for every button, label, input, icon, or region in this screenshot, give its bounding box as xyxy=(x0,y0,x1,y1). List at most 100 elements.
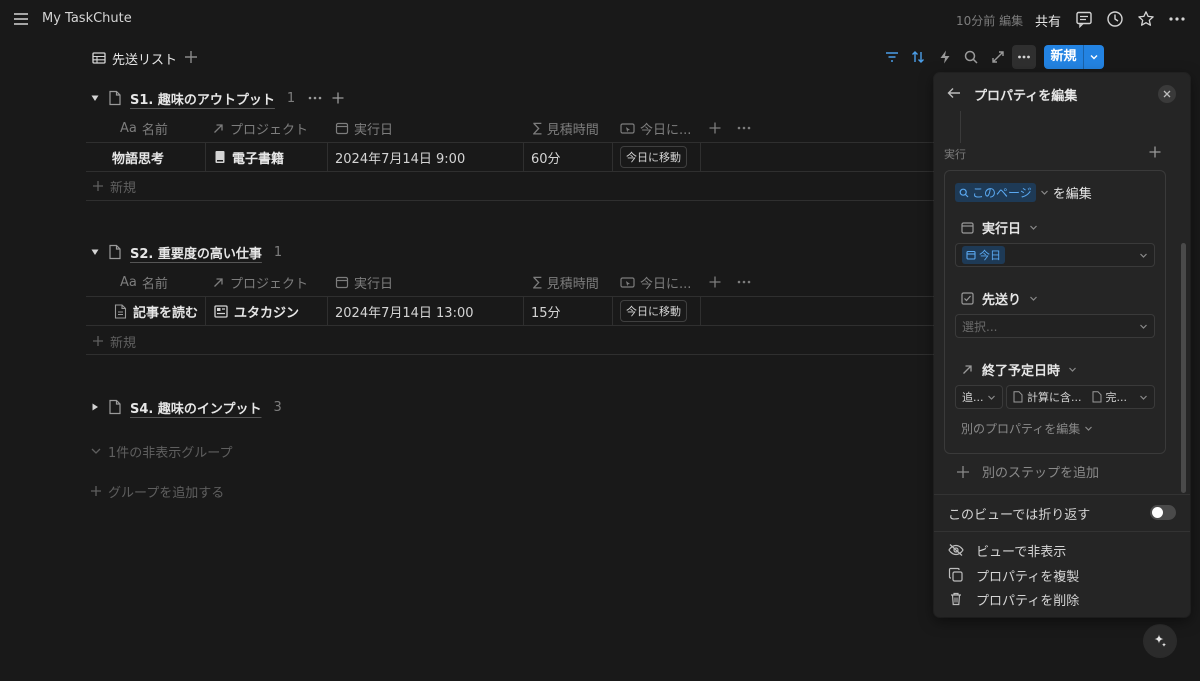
this-page-label: このページ xyxy=(972,186,1032,200)
divider xyxy=(934,531,1190,532)
add-column-icon[interactable] xyxy=(708,275,722,289)
cell-name[interactable]: 物語思考 xyxy=(112,143,204,171)
app-title[interactable]: My TaskChute xyxy=(42,11,132,26)
new-row-button[interactable]: 新規 xyxy=(92,176,136,196)
new-button-label[interactable]: 新規 xyxy=(1044,45,1084,69)
group-title[interactable]: S1. 趣味のアウトプット xyxy=(130,89,275,108)
column-today[interactable]: 今日に... xyxy=(620,270,691,294)
divider xyxy=(86,200,934,201)
chevron-down-icon xyxy=(988,395,995,400)
move-to-today-button[interactable]: 今日に移動 xyxy=(620,146,687,168)
column-project[interactable]: プロジェクト xyxy=(212,270,308,294)
add-icon[interactable] xyxy=(331,91,345,105)
hide-in-view-button[interactable]: ビューで非表示 xyxy=(948,540,1066,560)
automation-icon[interactable] xyxy=(937,49,953,65)
cell-name[interactable]: 記事を読む xyxy=(114,297,204,325)
column-project[interactable]: プロジェクト xyxy=(212,116,308,140)
duplicate-property-button[interactable]: プロパティを複製 xyxy=(948,565,1079,585)
scrollbar[interactable] xyxy=(1181,243,1186,493)
add-step-label: 別のステップを追加 xyxy=(982,466,1100,481)
group-header[interactable]: S4. 趣味のインプット 3 xyxy=(90,396,282,418)
delete-property-button[interactable]: プロパティを削除 xyxy=(948,589,1079,609)
view-tab[interactable]: 先送リスト xyxy=(92,49,177,68)
column-estimate[interactable]: ∑ 見積時間 xyxy=(533,116,599,140)
this-page-chip[interactable]: このページ xyxy=(955,183,1036,202)
hidden-groups-label: 1件の非表示グループ xyxy=(108,445,233,461)
panel-title: プロパティを編集 xyxy=(974,89,1078,104)
expand-icon[interactable] xyxy=(990,49,1006,65)
chevron-down-icon[interactable] xyxy=(1040,188,1049,197)
share-button[interactable]: 共有 xyxy=(1035,11,1061,30)
back-arrow-icon[interactable] xyxy=(946,85,962,101)
more-icon[interactable] xyxy=(736,275,752,289)
field-postpone-select[interactable]: 選択... xyxy=(955,314,1155,338)
column-name[interactable]: Aa 名前 xyxy=(120,270,168,294)
cell-today[interactable]: 今日に移動 xyxy=(620,297,700,325)
more-icon[interactable] xyxy=(307,90,323,106)
cell-estimate[interactable]: 60分 xyxy=(531,143,609,171)
more-icon[interactable] xyxy=(1168,10,1186,28)
column-name[interactable]: Aa 名前 xyxy=(120,116,168,140)
cell-project[interactable]: 電子書籍 xyxy=(214,143,324,171)
add-icon xyxy=(91,486,101,496)
toggle-down-icon[interactable] xyxy=(90,247,100,257)
field-end-op-select[interactable]: 追... xyxy=(955,385,1003,409)
field-date-select[interactable]: 今日 xyxy=(955,243,1155,267)
duplicate-icon xyxy=(948,567,963,582)
new-button[interactable]: 新規 xyxy=(1044,45,1104,69)
column-date[interactable]: 実行日 xyxy=(335,270,393,294)
search-icon[interactable] xyxy=(963,49,979,65)
add-step-button[interactable]: 別のステップを追加 xyxy=(956,462,1099,481)
page-icon xyxy=(1092,391,1101,403)
text-type-icon: Aa xyxy=(120,120,137,136)
group-title[interactable]: S2. 重要度の高い仕事 xyxy=(130,243,262,262)
add-view-icon[interactable] xyxy=(183,49,199,65)
layout-icon xyxy=(214,304,228,318)
wrap-toggle[interactable] xyxy=(1150,505,1176,520)
toggle-down-icon[interactable] xyxy=(90,93,100,103)
book-icon xyxy=(215,151,225,163)
column-date[interactable]: 実行日 xyxy=(335,116,393,140)
cell-date[interactable]: 2024年7月14日 9:00 xyxy=(335,143,520,171)
edit-property-panel: プロパティを編集 実行 このページ を編集 実行日 今日 先送り 選択... 終… xyxy=(934,73,1190,617)
edit-other-property-label: 別のプロパティを編集 xyxy=(961,422,1081,436)
add-group-button[interactable]: グループを追加する xyxy=(90,481,224,501)
star-icon[interactable] xyxy=(1137,10,1155,28)
hidden-groups-toggle[interactable]: 1件の非表示グループ xyxy=(90,441,233,461)
more-icon[interactable] xyxy=(736,121,752,135)
close-button[interactable] xyxy=(1158,85,1176,103)
toggle-right-icon[interactable] xyxy=(90,402,100,412)
menu-icon[interactable] xyxy=(12,10,30,28)
field-date-header[interactable]: 実行日 xyxy=(961,218,1038,237)
cell-today[interactable]: 今日に移動 xyxy=(620,143,700,171)
toggle-knob xyxy=(1152,507,1163,518)
cell-estimate[interactable]: 15分 xyxy=(531,297,609,325)
column-estimate[interactable]: ∑ 見積時間 xyxy=(533,270,599,294)
cell-project[interactable]: ユタカジン xyxy=(214,297,324,325)
group-header[interactable]: S1. 趣味のアウトプット 1 xyxy=(90,87,345,109)
add-icon[interactable] xyxy=(1148,145,1162,159)
edit-target-row[interactable]: このページ を編集 xyxy=(955,183,1092,202)
add-column-icon[interactable] xyxy=(708,121,722,135)
clock-icon[interactable] xyxy=(1106,10,1124,28)
group-title[interactable]: S4. 趣味のインプット xyxy=(130,398,261,417)
field-end-value-select[interactable]: 計算に含... 完... xyxy=(1006,385,1155,409)
column-today[interactable]: 今日に... xyxy=(620,116,691,140)
action-step-card: このページ を編集 実行日 今日 先送り 選択... 終了予定日時 追... 計… xyxy=(944,170,1166,454)
filter-icon[interactable] xyxy=(884,49,900,65)
ai-assistant-button[interactable] xyxy=(1144,625,1176,657)
add-icon xyxy=(93,336,103,346)
edit-other-property-button[interactable]: 別のプロパティを編集 xyxy=(961,420,1093,437)
new-row-button[interactable]: 新規 xyxy=(92,331,136,351)
move-to-today-button[interactable]: 今日に移動 xyxy=(620,300,687,322)
chevron-down-icon[interactable] xyxy=(1084,45,1104,69)
view-more-button[interactable] xyxy=(1012,45,1036,69)
group-header[interactable]: S2. 重要度の高い仕事 1 xyxy=(90,241,282,263)
sort-icon[interactable] xyxy=(910,49,926,65)
comment-icon[interactable] xyxy=(1075,10,1093,28)
button-icon xyxy=(620,276,635,288)
cell-date[interactable]: 2024年7月14日 13:00 xyxy=(335,297,520,325)
today-label: 今日 xyxy=(979,249,1001,262)
field-end-datetime-header[interactable]: 終了予定日時 xyxy=(961,360,1077,379)
field-postpone-header[interactable]: 先送り xyxy=(961,289,1038,308)
